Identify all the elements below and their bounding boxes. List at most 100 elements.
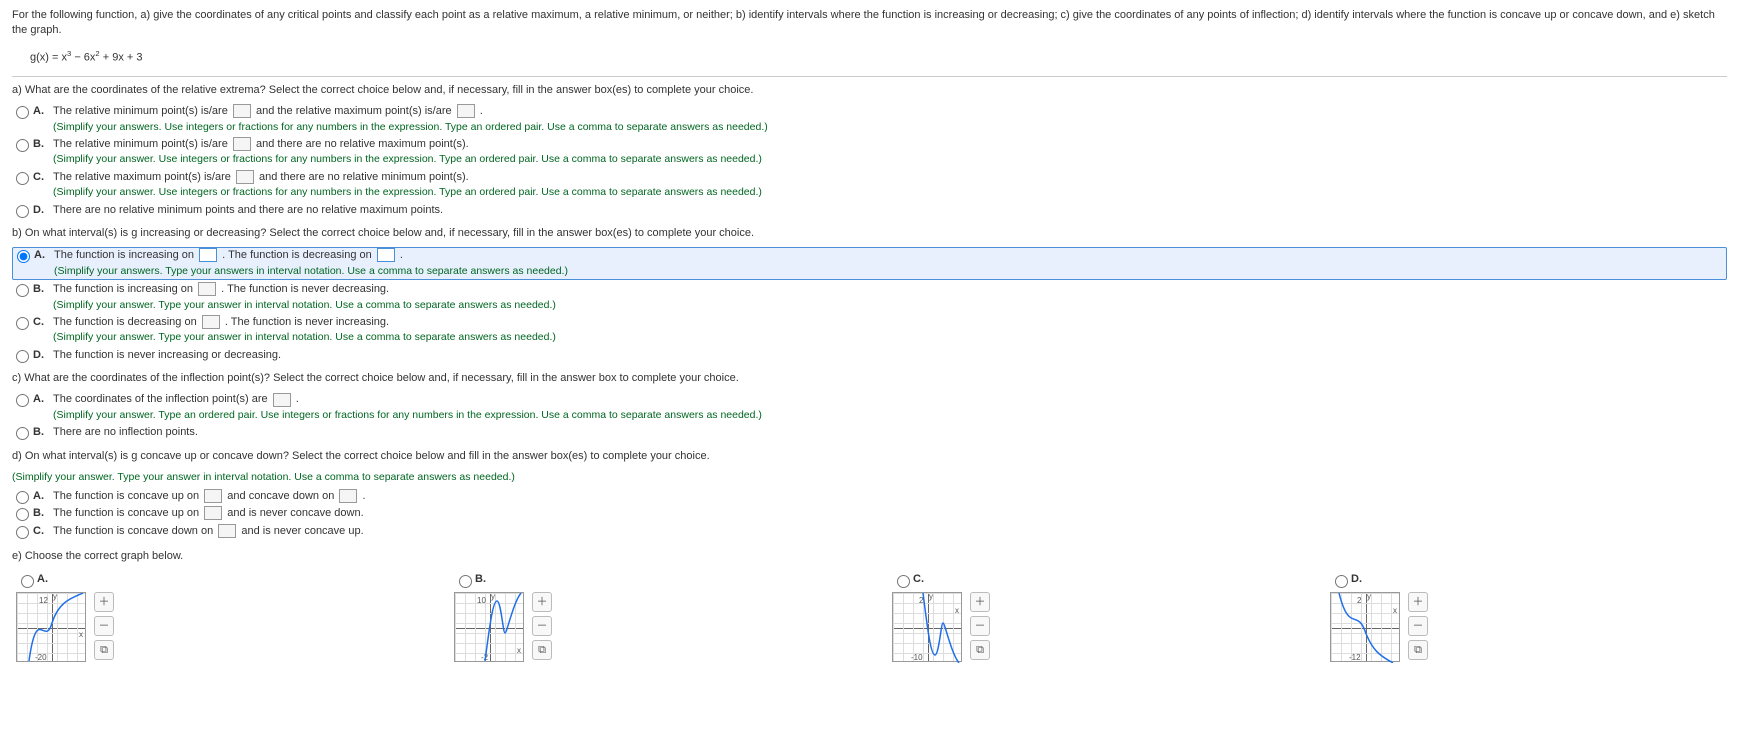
divider [12,76,1727,77]
part-d-option-c[interactable]: C. The function is concave down on and i… [12,524,1727,539]
input-decr-only[interactable] [202,315,220,329]
part-c-prompt: c) What are the coordinates of the infle… [12,371,1727,386]
part-a-option-a[interactable]: A. The relative minimum point(s) is/are … [12,104,1727,135]
part-e-prompt: e) Choose the correct graph below. [12,549,1727,564]
input-inflection[interactable] [273,393,291,407]
opt-content: The function is concave down on and is n… [53,524,1727,539]
graph-thumbnail-b: y 10 -2 x [454,592,524,662]
radio-e-b[interactable] [459,575,472,588]
graph-thumbnail-c: y 2 -10 x [892,592,962,662]
input-concave-down[interactable] [339,489,357,503]
input-up-only[interactable] [204,506,222,520]
opt-content: The function is concave up on and is nev… [53,506,1727,521]
radio-e-a[interactable] [21,575,34,588]
radio-d-a[interactable] [16,491,29,504]
input-increasing[interactable] [199,248,217,262]
opt-letter: C. [33,315,47,330]
opt-letter: A. [33,392,47,407]
zoom-in-icon[interactable]: ＋ [532,592,552,612]
problem-statement: For the following function, a) give the … [12,8,1727,45]
graph-thumbnail-a: y 12 -20 x [16,592,86,662]
popout-icon[interactable]: ⧉ [94,640,114,660]
input-incr-only[interactable] [198,282,216,296]
input-concave-up[interactable] [204,489,222,503]
opt-letter: D. [33,203,47,218]
problem-intro: For the following function, a) give the … [12,9,1715,36]
graph-thumbnail-d: y 2 -12 x [1330,592,1400,662]
opt-letter: B. [33,282,47,297]
opt-content: The function is increasing on . The func… [54,248,1726,279]
opt-letter: B. [33,425,47,440]
part-d-prompt: d) On what interval(s) is g concave up o… [12,449,1727,464]
input-max-only[interactable] [236,170,254,184]
opt-letter: D. [33,348,47,363]
input-min-only[interactable] [233,137,251,151]
input-down-only[interactable] [218,524,236,538]
opt-content: The function is never increasing or decr… [53,348,1727,363]
opt-letter: A. [33,104,47,119]
zoom-out-icon[interactable]: － [532,616,552,636]
part-d-hint: (Simplify your answer. Type your answer … [12,470,1727,485]
part-a-prompt: a) What are the coordinates of the relat… [12,83,1727,98]
input-min-points[interactable] [233,104,251,118]
opt-letter: A. [37,572,51,587]
part-c-option-a[interactable]: A. The coordinates of the inflection poi… [12,392,1727,423]
opt-content: The function is concave up on and concav… [53,489,1727,504]
zoom-out-icon[interactable]: － [1408,616,1428,636]
graph-option-d[interactable]: D. y 2 -12 x ＋ － ⧉ [1330,572,1428,662]
part-d-option-a[interactable]: A. The function is concave up on and con… [12,489,1727,504]
zoom-out-icon[interactable]: － [94,616,114,636]
opt-letter: C. [33,524,47,539]
part-b-option-a[interactable]: A. The function is increasing on . The f… [12,247,1727,280]
graph-option-b[interactable]: B. y 10 -2 x ＋ － ⧉ [454,572,552,662]
input-max-points[interactable] [457,104,475,118]
radio-d-c[interactable] [16,526,29,539]
part-d-option-b[interactable]: B. The function is concave up on and is … [12,506,1727,521]
input-decreasing[interactable] [377,248,395,262]
opt-letter: B. [33,506,47,521]
part-a-option-b[interactable]: B. The relative minimum point(s) is/are … [12,137,1727,168]
graph-option-a[interactable]: A. y 12 -20 x ＋ － ⧉ [16,572,114,662]
radio-c-a[interactable] [16,394,29,407]
radio-a-b[interactable] [16,139,29,152]
radio-e-c[interactable] [897,575,910,588]
zoom-in-icon[interactable]: ＋ [94,592,114,612]
opt-content: The relative minimum point(s) is/are and… [53,137,1727,168]
opt-letter: B. [33,137,47,152]
radio-a-a[interactable] [16,106,29,119]
function-formula: g(x) = x3 − 6x2 + 9x + 3 [12,45,1727,74]
popout-icon[interactable]: ⧉ [1408,640,1428,660]
part-b-option-d[interactable]: D. The function is never increasing or d… [12,348,1727,363]
radio-b-d[interactable] [16,350,29,363]
part-b-prompt: b) On what interval(s) is g increasing o… [12,226,1727,241]
part-a-option-d[interactable]: D. There are no relative minimum points … [12,203,1727,218]
radio-b-c[interactable] [16,317,29,330]
radio-b-b[interactable] [16,284,29,297]
radio-a-c[interactable] [16,172,29,185]
opt-content: The relative minimum point(s) is/are and… [53,104,1727,135]
zoom-out-icon[interactable]: － [970,616,990,636]
graph-option-c[interactable]: C. y 2 -10 x ＋ － ⧉ [892,572,990,662]
opt-content: The relative maximum point(s) is/are and… [53,170,1727,201]
radio-c-b[interactable] [16,427,29,440]
opt-letter: C. [33,170,47,185]
radio-a-d[interactable] [16,205,29,218]
part-a-option-c[interactable]: C. The relative maximum point(s) is/are … [12,170,1727,201]
opt-content: The coordinates of the inflection point(… [53,392,1727,423]
part-c-option-b[interactable]: B. There are no inflection points. [12,425,1727,440]
opt-letter: D. [1351,572,1365,587]
radio-d-b[interactable] [16,508,29,521]
part-b-option-c[interactable]: C. The function is decreasing on . The f… [12,315,1727,346]
radio-b-a[interactable] [17,250,30,263]
radio-e-d[interactable] [1335,575,1348,588]
part-b-option-b[interactable]: B. The function is increasing on . The f… [12,282,1727,313]
opt-letter: C. [913,572,927,587]
opt-content: There are no relative minimum points and… [53,203,1727,218]
popout-icon[interactable]: ⧉ [970,640,990,660]
graph-options-row: A. y 12 -20 x ＋ － ⧉ B. y 10 [12,572,1727,662]
zoom-in-icon[interactable]: ＋ [1408,592,1428,612]
zoom-in-icon[interactable]: ＋ [970,592,990,612]
popout-icon[interactable]: ⧉ [532,640,552,660]
opt-content: There are no inflection points. [53,425,1727,440]
opt-content: The function is decreasing on . The func… [53,315,1727,346]
